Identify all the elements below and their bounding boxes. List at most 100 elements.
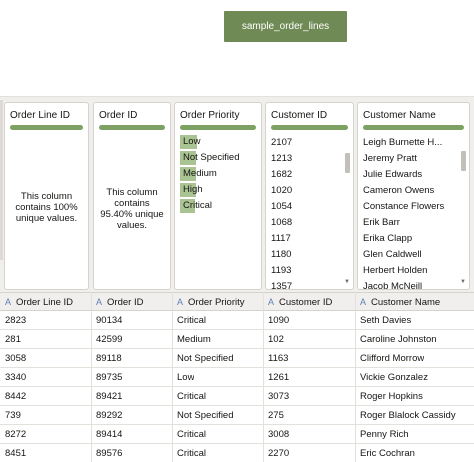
table-row[interactable]: 3340 89735 Low 1261 Vickie Gonzalez xyxy=(0,368,474,387)
card-title: Customer ID xyxy=(271,110,328,121)
column-header[interactable]: A Customer Name xyxy=(360,293,440,311)
profile-left-edge xyxy=(0,100,3,260)
profile-card-customer-id[interactable]: Customer ID 2107 1213 1682 1020 1054 1068 1117… xyxy=(265,102,354,290)
value-item[interactable]: 1180 xyxy=(271,247,341,263)
table-cell: Roger Hopkins xyxy=(360,391,423,402)
table-cell: 42599 xyxy=(96,334,123,345)
quality-bar xyxy=(10,125,83,130)
priority-item[interactable]: Medium xyxy=(180,166,256,182)
value-list: Leigh Burnette H... Jeremy Pratt Julie Edw… xyxy=(363,135,457,289)
table-cell: 3073 xyxy=(268,391,290,402)
priority-item[interactable]: Critical xyxy=(180,198,256,214)
table-cell: Penny Rich xyxy=(360,429,409,440)
table-cell: Not Specified xyxy=(177,410,234,421)
card-title: Order ID xyxy=(99,110,138,121)
value-item[interactable]: 1117 xyxy=(271,231,341,247)
table-cell: 739 xyxy=(5,410,21,421)
text-type-icon: A xyxy=(96,297,103,307)
scroll-down-icon[interactable]: ▼ xyxy=(460,279,466,285)
priority-label: Critical xyxy=(183,200,213,211)
table-row[interactable]: 8451 89576 Critical 2270 Eric Cochran xyxy=(0,444,474,462)
table-row[interactable]: 3058 89118 Not Specified 1163 Clifford Morro… xyxy=(0,349,474,368)
profile-card-order-line-id[interactable]: Order Line ID This column contains 100% … xyxy=(4,102,89,290)
value-item[interactable]: Erik Barr xyxy=(363,215,457,231)
grid-body: 2823 90134 Critical 1090 Seth Davies 281 42599… xyxy=(0,311,474,462)
table-cell: 89576 xyxy=(96,448,123,459)
grid-header: A Order Line ID A Order ID A Order Priority A C… xyxy=(0,292,474,311)
table-cell: Caroline Johnston xyxy=(360,334,437,345)
value-item[interactable]: 1054 xyxy=(271,199,341,215)
quality-bar xyxy=(271,125,348,130)
table-cell: 90134 xyxy=(96,315,123,326)
priority-item[interactable]: Not Specified xyxy=(180,150,256,166)
table-cell: Eric Cochran xyxy=(360,448,415,459)
unique-values-message: This column contains 95.40% unique value… xyxy=(100,187,164,231)
value-item[interactable]: 1068 xyxy=(271,215,341,231)
column-header[interactable]: A Customer ID xyxy=(268,293,332,311)
priority-label: Low xyxy=(183,136,201,147)
value-item[interactable]: Constance Flowers xyxy=(363,199,457,215)
table-row[interactable]: 281 42599 Medium 102 Caroline Johnston xyxy=(0,330,474,349)
table-cell: 3340 xyxy=(5,372,27,383)
quality-bar xyxy=(180,125,256,130)
table-cell: 8451 xyxy=(5,448,27,459)
value-item[interactable]: Erika Clapp xyxy=(363,231,457,247)
column-header[interactable]: A Order Priority xyxy=(177,293,245,311)
table-cell: Critical xyxy=(177,448,207,459)
value-item[interactable]: 1213 xyxy=(271,151,341,167)
value-item[interactable]: Julie Edwards xyxy=(363,167,457,183)
table-cell: 1261 xyxy=(268,372,290,383)
text-type-icon: A xyxy=(177,297,184,307)
value-item[interactable]: 1682 xyxy=(271,167,341,183)
column-header[interactable]: A Order ID xyxy=(96,293,143,311)
priority-label: Medium xyxy=(183,168,217,179)
text-type-icon: A xyxy=(268,297,275,307)
text-type-icon: A xyxy=(5,297,12,307)
table-cell: 89735 xyxy=(96,372,123,383)
quality-bar xyxy=(363,125,464,130)
table-row[interactable]: 8442 89421 Critical 3073 Roger Hopkins xyxy=(0,387,474,406)
column-header-label: Order Priority xyxy=(188,297,245,308)
scrollbar-thumb[interactable] xyxy=(345,153,350,173)
value-item[interactable]: 1357 xyxy=(271,279,341,289)
table-cell: Not Specified xyxy=(177,353,234,364)
table-cell: 89414 xyxy=(96,429,123,440)
priority-distribution: Low Not Specified Medium High Critical xyxy=(180,134,256,214)
scroll-down-icon[interactable]: ▼ xyxy=(344,279,350,285)
profile-card-order-id[interactable]: Order ID This column contains 95.40% uni… xyxy=(93,102,171,290)
priority-item[interactable]: Low xyxy=(180,134,256,150)
value-item[interactable]: Herbert Holden xyxy=(363,263,457,279)
table-row[interactable]: 2823 90134 Critical 1090 Seth Davies xyxy=(0,311,474,330)
value-item[interactable]: 1193 xyxy=(271,263,341,279)
value-item[interactable]: Jeremy Pratt xyxy=(363,151,457,167)
dataset-name-button[interactable]: sample_order_lines xyxy=(224,11,347,42)
unique-values-message: This column contains 100% unique values. xyxy=(15,191,78,224)
value-list: 2107 1213 1682 1020 1054 1068 1117 1180 1193 1357 xyxy=(271,135,341,289)
value-item[interactable]: Glen Caldwell xyxy=(363,247,457,263)
table-row[interactable]: 739 89292 Not Specified 275 Roger Blalock Ca… xyxy=(0,406,474,425)
value-item[interactable]: Cameron Owens xyxy=(363,183,457,199)
table-cell: Critical xyxy=(177,315,207,326)
value-item[interactable]: 2107 xyxy=(271,135,341,151)
table-cell: Roger Blalock Cassidy xyxy=(360,410,456,421)
table-cell: 2270 xyxy=(268,448,290,459)
profile-card-order-priority[interactable]: Order Priority Low Not Specified Medium Hig… xyxy=(174,102,262,290)
profile-card-customer-name[interactable]: Customer Name Leigh Burnette H... Jeremy … xyxy=(357,102,470,290)
table-cell: 89292 xyxy=(96,410,123,421)
value-item[interactable]: Leigh Burnette H... xyxy=(363,135,457,151)
table-cell: Low xyxy=(177,372,195,383)
column-header-label: Order Line ID xyxy=(16,297,74,308)
table-row[interactable]: 8272 89414 Critical 3008 Penny Rich xyxy=(0,425,474,444)
value-item[interactable]: Jacob McNeill xyxy=(363,279,457,289)
value-item[interactable]: 1020 xyxy=(271,183,341,199)
table-cell: 2823 xyxy=(5,315,27,326)
scrollbar-thumb[interactable] xyxy=(461,151,466,171)
priority-item[interactable]: High xyxy=(180,182,256,198)
table-cell: 3058 xyxy=(5,353,27,364)
column-header[interactable]: A Order Line ID xyxy=(5,293,73,311)
table-cell: Vickie Gonzalez xyxy=(360,372,428,383)
table-cell: 8442 xyxy=(5,391,27,402)
table-cell: 275 xyxy=(268,410,284,421)
card-title: Order Priority xyxy=(180,110,240,121)
table-cell: Medium xyxy=(177,334,211,345)
